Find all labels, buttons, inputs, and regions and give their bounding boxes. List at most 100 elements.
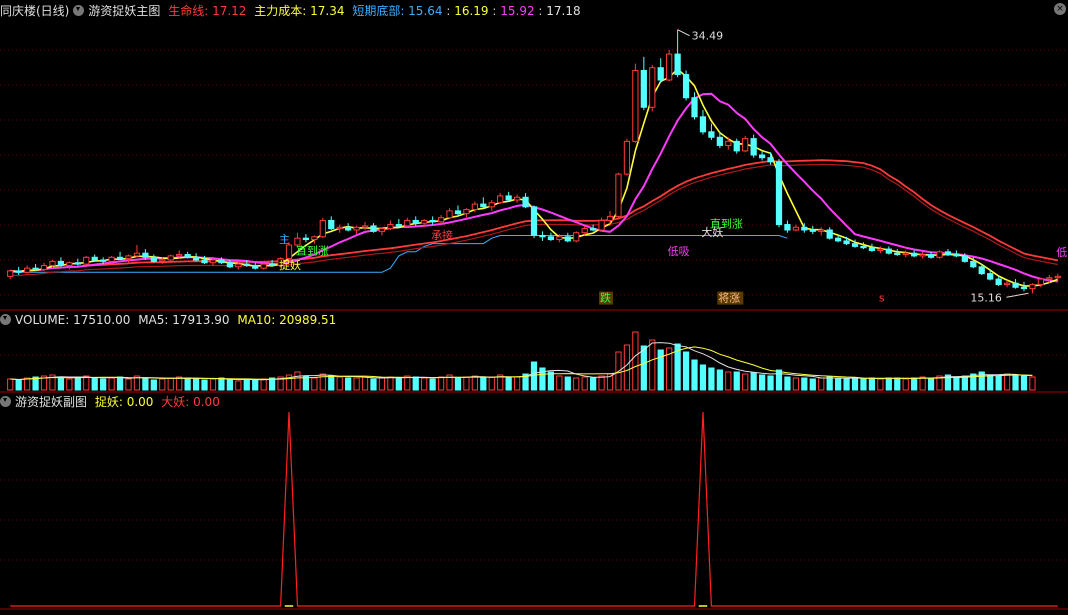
volume-bar bbox=[260, 378, 267, 391]
volume-bar bbox=[556, 375, 563, 391]
candle-body bbox=[699, 116, 707, 133]
volume-bar bbox=[716, 369, 723, 391]
candle-body bbox=[801, 226, 808, 231]
candle-body bbox=[488, 202, 495, 208]
volume-bar bbox=[826, 376, 833, 391]
candle-body bbox=[758, 154, 766, 159]
candle-body bbox=[378, 228, 386, 232]
candle-body bbox=[547, 236, 555, 241]
candle-body bbox=[944, 251, 952, 256]
candle-body bbox=[970, 260, 977, 268]
candle-body bbox=[513, 196, 521, 201]
candle-body bbox=[421, 219, 428, 224]
volume-bar bbox=[598, 375, 605, 391]
volume-bar bbox=[167, 377, 174, 391]
volume-bar bbox=[632, 331, 639, 391]
dropdown-icon[interactable] bbox=[73, 5, 85, 16]
volume-bar bbox=[311, 377, 318, 391]
candle-body bbox=[1020, 286, 1028, 290]
volume-ma10 bbox=[10, 346, 1033, 381]
volume-bar bbox=[835, 377, 842, 391]
volume-bar bbox=[209, 378, 217, 391]
shengming-value: 17.12 bbox=[212, 4, 247, 18]
volume-bar bbox=[480, 377, 487, 391]
volume-bar bbox=[750, 372, 757, 391]
candle-body bbox=[742, 138, 749, 152]
candle-body bbox=[505, 195, 512, 201]
candle-body bbox=[775, 161, 783, 226]
candle-body bbox=[851, 243, 859, 247]
candle-body bbox=[818, 229, 825, 232]
duanqi-v2: 16.19 bbox=[454, 4, 489, 18]
ma5-value: 17913.90 bbox=[172, 313, 230, 327]
candle-body bbox=[860, 245, 867, 249]
candle-body bbox=[471, 203, 478, 211]
volume-bar bbox=[370, 378, 377, 391]
candle-body bbox=[268, 263, 276, 266]
candle-body bbox=[809, 229, 816, 232]
volume-bar bbox=[454, 377, 462, 391]
volume-bar bbox=[7, 378, 14, 391]
candle-body bbox=[83, 256, 90, 265]
volume-bar bbox=[758, 374, 766, 391]
candle-body bbox=[209, 259, 217, 264]
sub-signal-line bbox=[10, 411, 1058, 607]
candle-body bbox=[15, 270, 22, 273]
candle-body bbox=[74, 262, 81, 265]
candle-body bbox=[454, 210, 462, 215]
annot-zhu: 主 bbox=[279, 233, 290, 246]
volume-bar bbox=[530, 361, 538, 391]
candle-body bbox=[353, 226, 360, 231]
volume-bar bbox=[66, 378, 73, 391]
volume-bar bbox=[733, 371, 740, 391]
volume-bar bbox=[953, 376, 960, 391]
candle-body bbox=[235, 263, 242, 268]
candle-body bbox=[615, 173, 622, 217]
candle-body bbox=[877, 248, 884, 251]
high-label: 34.49 bbox=[692, 30, 724, 43]
duanqi-v1: 15.64 bbox=[408, 4, 443, 18]
volume-bar bbox=[513, 376, 521, 391]
candle-body bbox=[57, 260, 65, 266]
zhuli-label: 主力成本: bbox=[254, 4, 311, 18]
candle-body bbox=[150, 256, 157, 262]
volume-bar bbox=[387, 376, 394, 391]
volume-bar bbox=[927, 377, 935, 391]
sub-title: 游资捉妖副图 bbox=[15, 395, 88, 409]
candle-body bbox=[835, 237, 842, 242]
volume-bar bbox=[691, 359, 698, 391]
volume-bar bbox=[328, 375, 335, 391]
volume-bar bbox=[682, 351, 690, 391]
candle-body bbox=[556, 236, 563, 241]
volume-bar bbox=[961, 375, 968, 391]
candle-body bbox=[328, 219, 335, 230]
sub-dropdown-icon[interactable] bbox=[0, 396, 11, 407]
candle-body bbox=[201, 259, 208, 264]
volume-bar bbox=[851, 377, 859, 391]
candle-body bbox=[404, 219, 411, 227]
duanqi-v4: 17.18 bbox=[546, 4, 581, 18]
annot-dixi-2: 低吸 bbox=[1056, 246, 1068, 259]
volume-header: VOLUME: 17510.00 MA5: 17913.90 MA10: 209… bbox=[0, 311, 340, 329]
candle-body bbox=[1012, 282, 1019, 288]
candle-body bbox=[1046, 277, 1053, 280]
volume-bar bbox=[581, 376, 588, 391]
volume-dropdown-icon[interactable] bbox=[0, 314, 11, 325]
candle-body bbox=[361, 225, 369, 228]
volume-bar bbox=[378, 377, 386, 391]
candle-body bbox=[336, 226, 343, 230]
stock-title: 同庆楼(日线) bbox=[0, 4, 70, 18]
volume-bar bbox=[911, 377, 918, 391]
volume-bar bbox=[463, 376, 470, 391]
close-icon[interactable]: × bbox=[1054, 3, 1066, 15]
short-line bbox=[10, 68, 1059, 287]
volume-bar bbox=[176, 376, 183, 391]
volume-bar bbox=[573, 377, 580, 391]
candle-body bbox=[437, 217, 445, 223]
candle-body bbox=[116, 256, 124, 260]
ma10-label: MA10: bbox=[237, 313, 280, 327]
candle-body bbox=[539, 234, 546, 238]
volume-bar bbox=[74, 376, 81, 391]
volume-bar bbox=[1029, 376, 1036, 391]
candle-body bbox=[590, 228, 597, 231]
